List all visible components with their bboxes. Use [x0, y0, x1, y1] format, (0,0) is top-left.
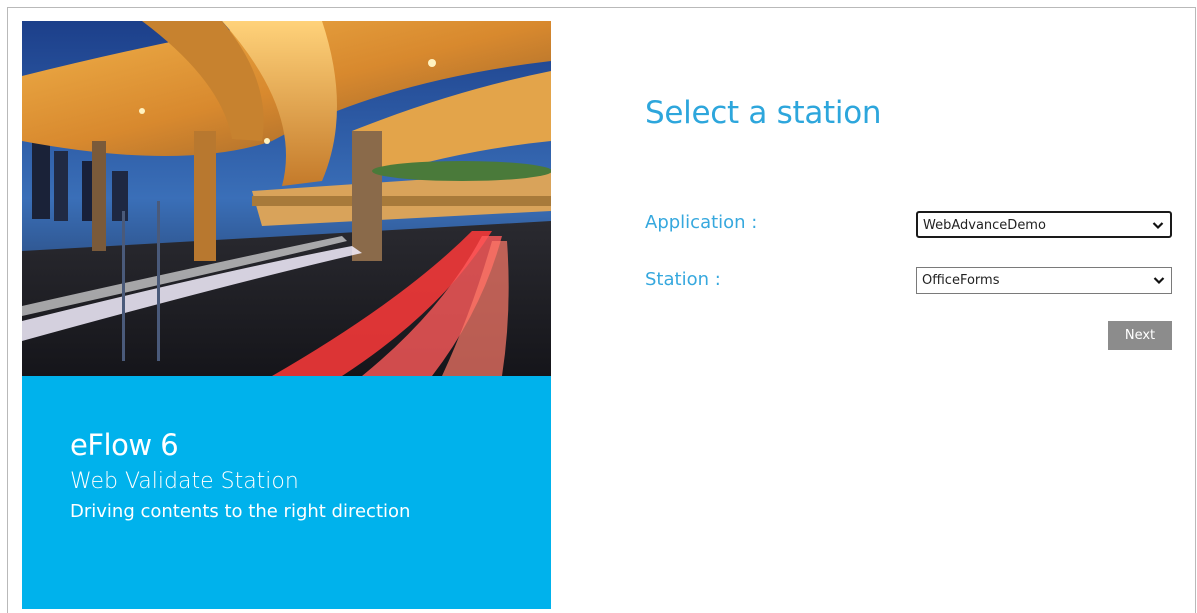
chevron-down-icon — [1152, 222, 1164, 230]
station-select[interactable]: OfficeForms — [916, 267, 1172, 294]
station-select-value: OfficeForms — [922, 273, 1000, 288]
brand-banner: eFlow 6 Web Validate Station Driving con… — [22, 376, 551, 609]
chevron-down-icon — [1153, 277, 1165, 285]
application-select-value: WebAdvanceDemo — [923, 218, 1046, 233]
application-select[interactable]: WebAdvanceDemo — [916, 211, 1172, 238]
next-button[interactable]: Next — [1108, 321, 1172, 350]
product-tagline: Driving contents to the right direction — [70, 501, 411, 522]
page-title: Select a station — [645, 95, 882, 131]
branding-panel: eFlow 6 Web Validate Station Driving con… — [22, 21, 551, 609]
product-subtitle: Web Validate Station — [70, 469, 299, 494]
hero-image — [22, 21, 551, 376]
product-name: eFlow 6 — [70, 428, 179, 462]
station-label: Station : — [645, 269, 721, 290]
application-label: Application : — [645, 212, 758, 233]
